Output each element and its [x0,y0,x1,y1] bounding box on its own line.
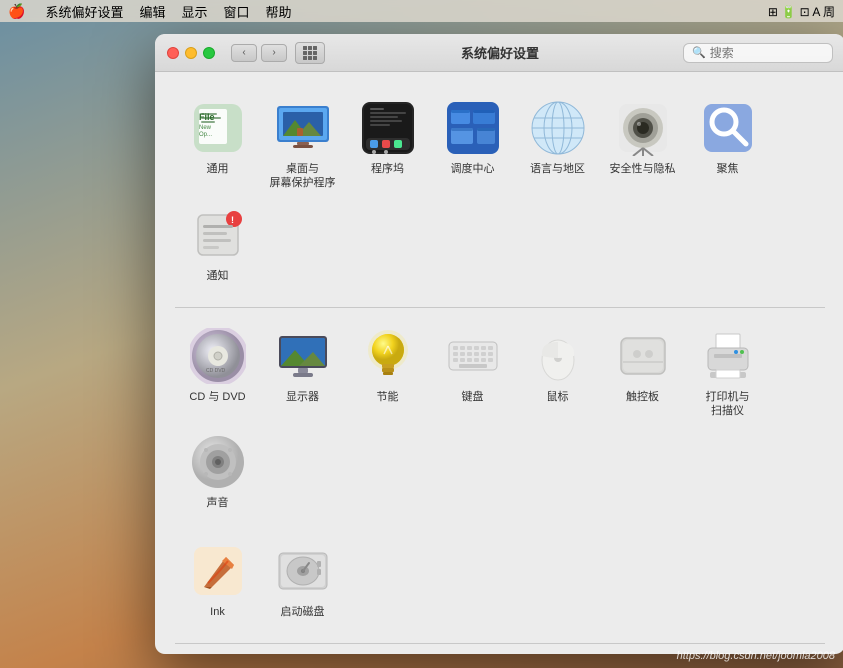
menubar: 🍎 系统偏好设置 编辑 显示 窗口 帮助 ⊞ 🔋 ⊡ A 周 [0,0,843,22]
nav-buttons: ‹ › [231,44,287,62]
energy-icon [360,328,416,384]
divider-2 [175,643,825,644]
search-input[interactable] [710,46,824,60]
personal-grid: File New Op... 通用 [175,88,825,295]
ink-label: Ink [210,605,225,619]
sidebar-item-sound[interactable]: 声音 [175,426,260,518]
menu-view[interactable]: 显示 [181,2,207,21]
sidebar-item-keyboard[interactable]: 键盘 [430,320,515,427]
ink-icon [190,543,246,599]
hardware-grid: CD DVD CD 与 DVD [175,316,825,523]
other-hardware-grid: Ink [175,531,825,631]
traffic-lights [167,47,215,59]
section-other-hardware: Ink [175,531,825,631]
cddvd-label: CD 与 DVD [189,390,245,404]
sidebar-item-printer[interactable]: 打印机与扫描仪 [685,320,770,427]
keyboard-icon [445,328,501,384]
sidebar-item-desktop[interactable]: 桌面与屏幕保护程序 [260,92,345,199]
dock-icon [360,100,416,156]
sidebar-item-cddvd[interactable]: CD DVD CD 与 DVD [175,320,260,427]
grid-icon [303,46,317,60]
displays-icon [275,328,331,384]
mission-icon [445,100,501,156]
sidebar-item-mission[interactable]: 调度中心 [430,92,515,199]
sidebar-item-dock[interactable]: 程序坞 [345,92,430,199]
dock-label: 程序坞 [371,162,404,176]
mouse-label: 鼠标 [547,390,569,404]
startup-icon [275,543,331,599]
content-area: File New Op... 通用 [155,72,843,654]
minimize-button[interactable] [185,47,197,59]
menu-help[interactable]: 帮助 [266,2,292,21]
menubar-icons: ⊞ 🔋 ⊡ A 周 [768,3,835,20]
watermark: https://blog.csdn.net/joomla2008 [677,650,835,662]
svg-text:CD DVD: CD DVD [206,368,226,374]
window-title: 系统偏好设置 [461,43,539,62]
svg-text:File: File [199,112,215,122]
sidebar-item-startup[interactable]: 启动磁盘 [260,535,345,627]
printer-label: 打印机与扫描仪 [706,390,750,419]
sound-label: 声音 [207,496,229,510]
svg-text:New: New [199,125,212,131]
search-icon: 🔍 [692,46,706,59]
language-icon [530,100,586,156]
sidebar-item-notifications[interactable]: ! 通知 [175,199,260,291]
sidebar-item-general[interactable]: File New Op... 通用 [175,92,260,199]
keyboard-label: 键盘 [462,390,484,404]
sidebar-item-language[interactable]: 语言与地区 [515,92,600,199]
displays-label: 显示器 [286,390,319,404]
trackpad-label: 触控板 [626,390,659,404]
printer-icon [700,328,756,384]
desktop-label: 桌面与屏幕保护程序 [270,162,336,191]
back-button[interactable]: ‹ [231,44,257,62]
notifications-icon: ! [190,207,246,263]
menu-window[interactable]: 窗口 [223,2,249,21]
sidebar-item-ink[interactable]: Ink [175,535,260,627]
trackpad-icon [615,328,671,384]
mission-label: 调度中心 [451,162,495,176]
energy-label: 节能 [377,390,399,404]
desktop-icon [275,100,331,156]
sidebar-item-security[interactable]: 安全性与隐私 [600,92,685,199]
general-icon: File New Op... [190,100,246,156]
menu-edit[interactable]: 编辑 [139,2,165,21]
show-all-button[interactable] [295,42,325,64]
close-button[interactable] [167,47,179,59]
sidebar-item-displays[interactable]: 显示器 [260,320,345,427]
titlebar: ‹ › 系统偏好设置 🔍 [155,34,843,72]
svg-text:!: ! [231,215,234,225]
language-label: 语言与地区 [530,162,585,176]
preferences-window: ‹ › 系统偏好设置 🔍 [155,34,843,654]
mouse-icon [530,328,586,384]
search-box[interactable]: 🔍 [683,43,833,63]
notifications-label: 通知 [207,269,229,283]
sidebar-item-mouse[interactable]: 鼠标 [515,320,600,427]
forward-button[interactable]: › [261,44,287,62]
spotlight-icon [700,100,756,156]
general-label: 通用 [207,162,229,176]
divider-1 [175,307,825,308]
sound-icon [190,434,246,490]
section-hardware: CD DVD CD 与 DVD [175,316,825,523]
maximize-button[interactable] [203,47,215,59]
startup-label: 启动磁盘 [281,605,325,619]
sidebar-item-spotlight[interactable]: 聚焦 [685,92,770,199]
cddvd-icon: CD DVD [190,328,246,384]
svg-text:Op...: Op... [199,132,212,138]
menubar-right: ⊞ 🔋 ⊡ A 周 [768,3,835,20]
security-icon [615,100,671,156]
spotlight-label: 聚焦 [717,162,739,176]
apple-menu[interactable]: 🍎 [8,3,25,20]
sidebar-item-energy[interactable]: 节能 [345,320,430,427]
section-personal: File New Op... 通用 [175,88,825,295]
security-label: 安全性与隐私 [610,162,676,176]
sidebar-item-trackpad[interactable]: 触控板 [600,320,685,427]
menu-preferences[interactable]: 系统偏好设置 [45,2,123,21]
